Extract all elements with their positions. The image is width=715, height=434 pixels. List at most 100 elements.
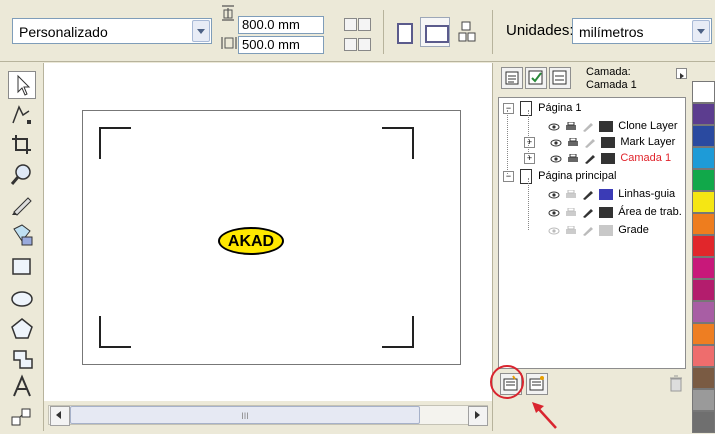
layer-color-swatch[interactable]: [599, 224, 614, 236]
smart-fill-tool-icon[interactable]: [8, 221, 36, 249]
palette-swatch[interactable]: [692, 279, 715, 301]
palette-scroll-up[interactable]: [692, 65, 715, 79]
page-layout-button[interactable]: [452, 17, 482, 47]
palette-swatch[interactable]: [692, 301, 715, 323]
eye-icon[interactable]: [548, 207, 560, 217]
eye-icon[interactable]: [548, 189, 560, 199]
tree-node-master-page[interactable]: − Página principal: [503, 168, 616, 185]
eye-icon[interactable]: [548, 225, 560, 235]
palette-swatch[interactable]: [692, 125, 715, 147]
units-dropdown[interactable]: milímetros: [572, 18, 712, 44]
layer-color-swatch[interactable]: [601, 152, 616, 164]
layer-row-clone-layer[interactable]: Clone Layer: [548, 118, 678, 135]
layer-color-swatch[interactable]: [599, 120, 614, 132]
printer-icon[interactable]: [565, 225, 577, 235]
tree-connector: [528, 110, 529, 158]
page-height-spinner[interactable]: [344, 38, 372, 52]
horizontal-scrollbar[interactable]: III: [44, 401, 492, 431]
layer-color-swatch[interactable]: [599, 188, 614, 200]
palette-swatch[interactable]: [692, 323, 715, 345]
interactive-blend-tool-icon[interactable]: [8, 403, 36, 431]
palette-swatch[interactable]: [692, 367, 715, 389]
layer-row-desktop[interactable]: Área de trab.: [548, 204, 682, 221]
layer-color-swatch[interactable]: [599, 206, 614, 218]
annotation-arrow: [526, 398, 566, 431]
docker-menu-button[interactable]: [676, 68, 687, 79]
palette-swatch[interactable]: [692, 191, 715, 213]
rectangle-tool-icon[interactable]: [8, 253, 36, 281]
layer-row-grid[interactable]: Grade: [548, 222, 649, 239]
printer-icon[interactable]: [567, 137, 579, 147]
palette-swatch[interactable]: [692, 103, 715, 125]
text-tool-icon[interactable]: [8, 373, 36, 401]
scroll-thumb[interactable]: III: [70, 406, 420, 424]
chevron-down-icon[interactable]: [192, 20, 210, 42]
palette-swatch[interactable]: [692, 389, 715, 411]
printer-icon[interactable]: [565, 189, 577, 199]
layer-row-camada-1[interactable]: + Camada 1: [524, 150, 671, 167]
printer-icon[interactable]: [567, 153, 579, 163]
scroll-right-button[interactable]: [468, 406, 488, 426]
akad-logo[interactable]: AKAD: [218, 227, 284, 255]
palette-swatch[interactable]: [692, 345, 715, 367]
paper-preset-dropdown[interactable]: Personalizado: [12, 18, 212, 44]
trash-icon[interactable]: [669, 375, 683, 393]
freehand-tool-icon[interactable]: [8, 191, 36, 219]
palette-swatch[interactable]: [692, 169, 715, 191]
pencil-icon[interactable]: [584, 137, 596, 149]
paper-preset-value: Personalizado: [19, 24, 108, 40]
tree-connector: [507, 110, 508, 174]
edit-across-layers-button[interactable]: [525, 67, 547, 89]
layer-manager-view-button[interactable]: [549, 67, 571, 89]
eye-icon[interactable]: [550, 153, 562, 163]
separator: [383, 10, 384, 54]
crop-mark: [99, 127, 131, 159]
layer-row-guides[interactable]: Linhas-guia: [548, 186, 675, 203]
eye-icon[interactable]: [550, 137, 562, 147]
color-palette: [690, 63, 715, 433]
current-layer-value: Camada 1: [586, 79, 637, 91]
polygon-tool-icon[interactable]: [8, 315, 36, 343]
tree-node-page-1[interactable]: − Página 1: [503, 100, 582, 117]
layer-row-mark-layer[interactable]: + Mark Layer: [524, 134, 675, 151]
palette-swatch[interactable]: [692, 411, 715, 433]
portrait-button[interactable]: [388, 17, 418, 47]
palette-swatch[interactable]: [692, 147, 715, 169]
palette-swatch[interactable]: [692, 257, 715, 279]
current-layer-label: Camada:: [586, 66, 631, 78]
pencil-icon[interactable]: [582, 207, 594, 219]
ellipse-tool-icon[interactable]: [8, 285, 36, 313]
new-master-layer-button[interactable]: [526, 373, 548, 395]
toolbox: [0, 63, 44, 431]
palette-swatch[interactable]: [692, 81, 715, 103]
chevron-down-icon[interactable]: [692, 20, 710, 42]
eye-icon[interactable]: [548, 121, 560, 131]
tree-label: Página 1: [538, 102, 582, 114]
pencil-icon[interactable]: [582, 121, 594, 133]
landscape-button[interactable]: [420, 17, 450, 47]
page-icon: [520, 100, 533, 116]
palette-swatch[interactable]: [692, 235, 715, 257]
pencil-icon[interactable]: [582, 189, 594, 201]
pencil-icon[interactable]: [582, 225, 594, 237]
basic-shapes-tool-icon[interactable]: [8, 345, 36, 373]
pick-tool-icon[interactable]: [8, 71, 36, 99]
shape-tool-icon[interactable]: [8, 101, 36, 129]
page-width-icon: [220, 4, 238, 22]
printer-icon[interactable]: [565, 207, 577, 217]
tree-connector: [528, 178, 529, 230]
layer-color-swatch[interactable]: [601, 136, 616, 148]
crop-mark: [99, 316, 131, 348]
page-width-input[interactable]: 800.0 mm: [238, 16, 324, 34]
page-width-spinner[interactable]: [344, 18, 372, 32]
page-icon: [520, 168, 533, 184]
printer-icon[interactable]: [565, 121, 577, 131]
crop-tool-icon[interactable]: [8, 131, 36, 159]
scroll-left-button[interactable]: [50, 406, 70, 426]
page-height-input[interactable]: 500.0 mm: [238, 36, 324, 54]
show-properties-button[interactable]: [501, 67, 523, 89]
pencil-icon[interactable]: [584, 153, 596, 165]
layer-label: Mark Layer: [620, 136, 676, 148]
palette-swatch[interactable]: [692, 213, 715, 235]
zoom-tool-icon[interactable]: [8, 161, 36, 189]
